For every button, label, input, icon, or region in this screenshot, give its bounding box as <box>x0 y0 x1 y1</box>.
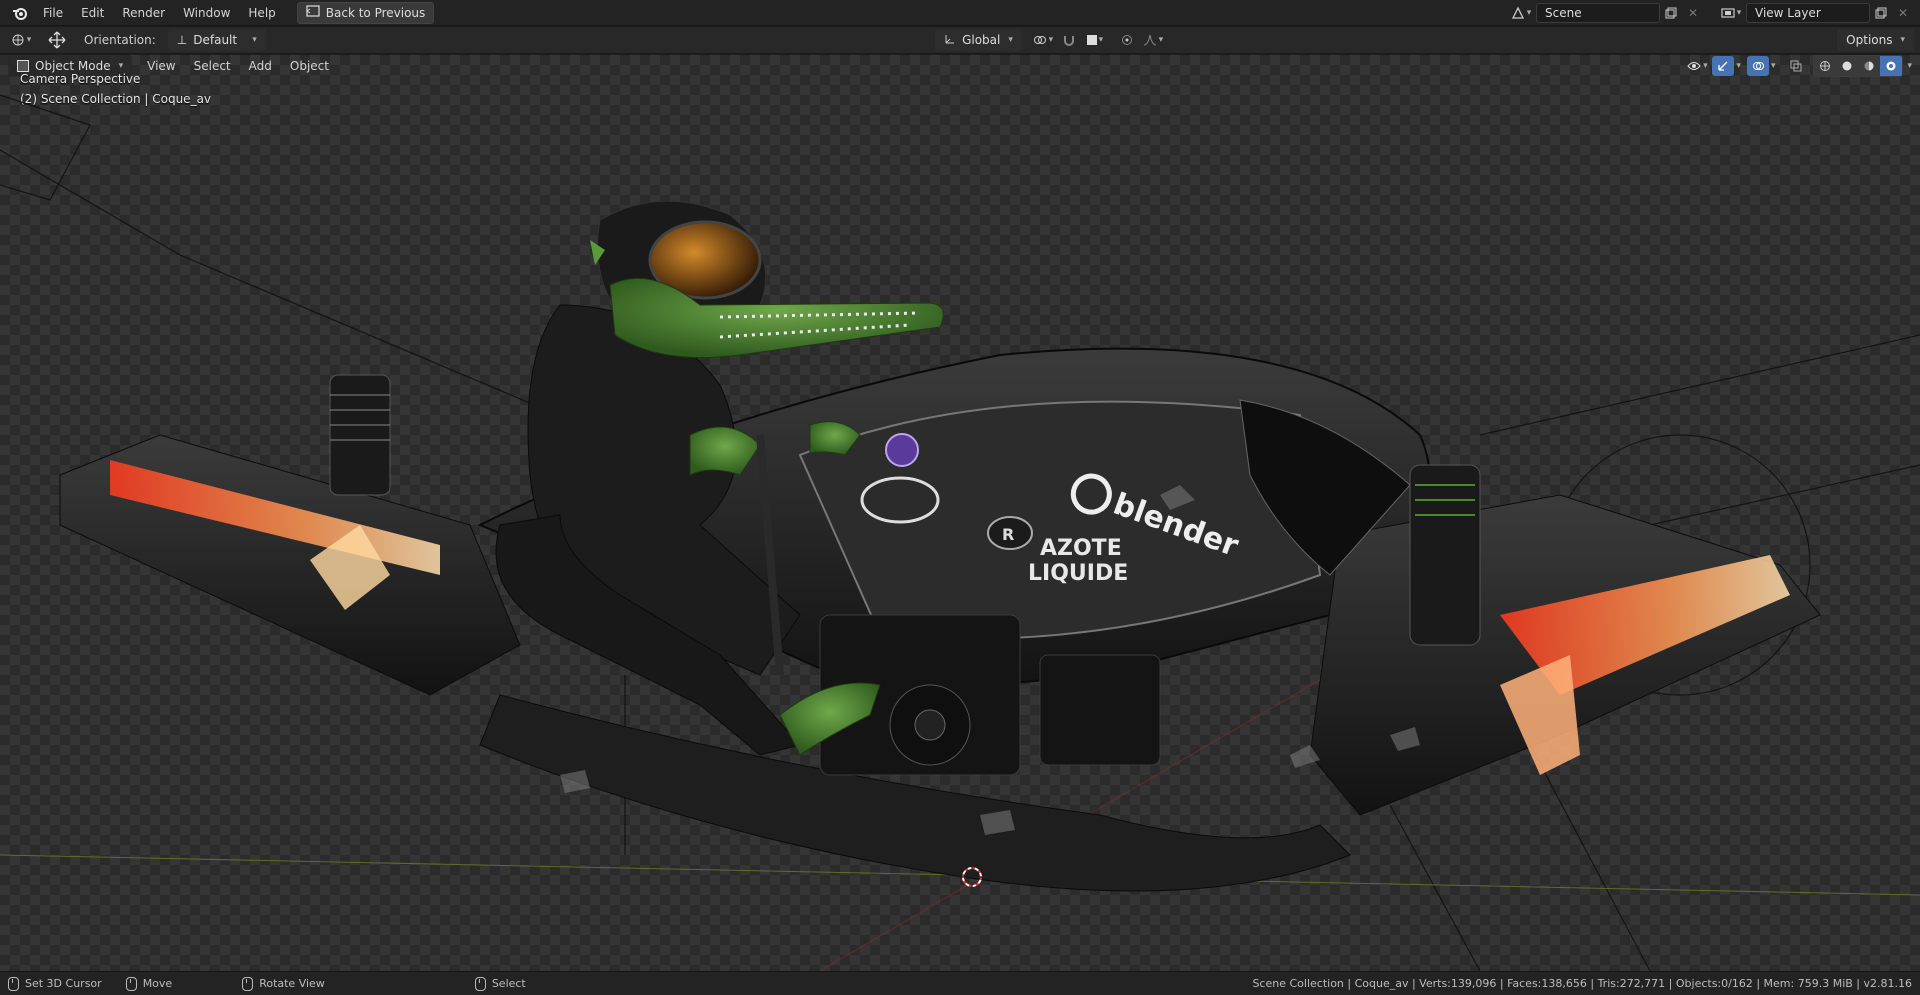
orientation-dropdown[interactable]: ⊥ Default ▾ <box>167 29 266 51</box>
right-mouse-icon <box>474 976 486 991</box>
scene-name-field[interactable]: Scene <box>1536 2 1660 23</box>
decal-azote: AZOTE <box>1040 536 1122 561</box>
decal-r: R <box>987 516 1033 550</box>
back-to-previous-label: Back to Previous <box>325 5 426 20</box>
snap-target-icon[interactable]: ▾ <box>1080 30 1110 50</box>
global-axis-icon <box>944 33 956 48</box>
decal-gnu <box>860 476 940 524</box>
snap-toggle-icon[interactable] <box>1058 30 1080 50</box>
status-rotate: Rotate View <box>242 976 325 991</box>
delete-scene-icon[interactable]: ✕ <box>1682 3 1704 23</box>
pivot-point-icon[interactable]: ▾ <box>1028 30 1058 50</box>
drag-mouse-icon <box>125 976 137 991</box>
menu-file[interactable]: File <box>34 2 72 24</box>
proportional-edit-icon[interactable] <box>1116 30 1138 50</box>
transform-orientation-value: Global <box>962 33 1001 47</box>
decal-purple-badge <box>885 433 919 467</box>
status-set-cursor: Set 3D Cursor <box>8 976 102 991</box>
menu-edit[interactable]: Edit <box>72 2 113 24</box>
back-to-previous-icon <box>305 5 320 20</box>
left-mouse-icon <box>8 976 19 991</box>
top-bar: File Edit Render Window Help Back to Pre… <box>0 0 1920 26</box>
svg-text:R: R <box>1002 525 1014 544</box>
orientation-value: Default <box>193 33 238 47</box>
status-rotate-label: Rotate View <box>259 977 325 990</box>
blender-logo-icon[interactable] <box>6 3 34 23</box>
hoverbike-model: blender R AZOTE LIQUIDE <box>59 347 1821 892</box>
view-layer-icon[interactable]: ▾ <box>1716 3 1746 23</box>
orientation-label: Orientation: <box>84 33 156 47</box>
menu-help[interactable]: Help <box>239 2 284 24</box>
falloff-curve-icon[interactable]: ▾ <box>1138 30 1168 50</box>
status-bar: Set 3D Cursor Move Rotate View Select Sc… <box>0 971 1920 995</box>
scene-render: blender R AZOTE LIQUIDE <box>0 94 1920 971</box>
status-select: Select <box>474 976 526 991</box>
scene-icon[interactable]: ▾ <box>1506 3 1536 23</box>
view-layer-field[interactable]: View Layer <box>1746 2 1870 23</box>
transform-orientation-dropdown[interactable]: Global ▾ <box>935 29 1022 51</box>
scene-statistics: Scene Collection | Coque_av | Verts:139,… <box>1252 977 1912 990</box>
options-label: Options <box>1846 33 1893 47</box>
menu-window[interactable]: Window <box>174 2 239 24</box>
new-scene-icon[interactable] <box>1660 3 1682 23</box>
decal-liquide: LIQUIDE <box>1028 561 1128 586</box>
move-tool-icon[interactable] <box>42 30 72 50</box>
options-dropdown[interactable]: Options ▾ <box>1837 29 1915 51</box>
status-set-cursor-label: Set 3D Cursor <box>25 977 102 990</box>
tool-settings-bar: ▾ Orientation: ⊥ Default ▾ Global ▾ ▾ ▾ … <box>0 27 1920 54</box>
orientation-axis-icon: ⊥ <box>176 33 188 47</box>
3d-viewport[interactable]: Object Mode ▾ View Select Add Object ▾ ▾… <box>0 55 1920 971</box>
editor-type-icon[interactable]: ▾ <box>6 30 36 50</box>
back-to-previous-button[interactable]: Back to Previous <box>296 1 435 24</box>
status-move: Move <box>125 976 173 991</box>
delete-view-layer-icon[interactable]: ✕ <box>1892 3 1914 23</box>
menu-render[interactable]: Render <box>113 2 174 24</box>
middle-mouse-icon <box>242 976 254 991</box>
status-select-label: Select <box>491 977 526 990</box>
status-move-label: Move <box>142 977 173 990</box>
new-view-layer-icon[interactable] <box>1870 3 1892 23</box>
